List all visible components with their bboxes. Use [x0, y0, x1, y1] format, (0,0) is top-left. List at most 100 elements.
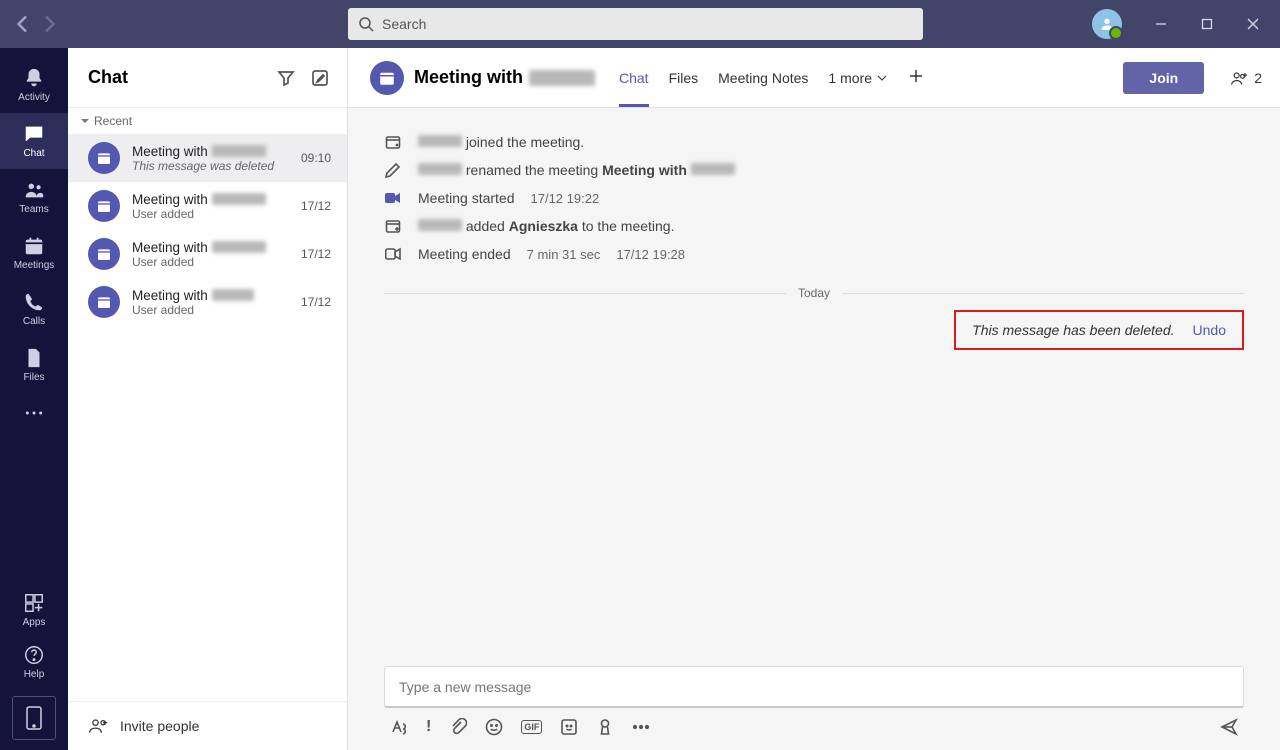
chat-item-subtitle: User added [132, 207, 289, 221]
rail-label: Help [24, 669, 45, 680]
rail-label: Apps [23, 617, 46, 628]
chat-list-item[interactable]: Meeting with User added 17/12 [68, 182, 347, 230]
main-content: Meeting with Chat Files Meeting Notes 1 … [348, 48, 1280, 750]
section-recent-toggle[interactable]: Recent [68, 108, 347, 134]
redacted-text [212, 145, 266, 157]
app-rail: Activity Chat Teams Meetings Calls Files [0, 48, 68, 750]
invite-people-button[interactable]: Invite people [68, 701, 347, 750]
rail-label: Activity [18, 92, 50, 103]
rail-activity[interactable]: Activity [0, 57, 68, 113]
section-label-text: Recent [94, 114, 132, 128]
chat-header: Meeting with Chat Files Meeting Notes 1 … [348, 48, 1280, 108]
redacted-text [691, 163, 735, 175]
system-ended-row: Meeting ended 7 min 31 sec 17/12 19:28 [384, 240, 1244, 268]
rail-calls[interactable]: Calls [0, 281, 68, 337]
chat-item-subtitle: User added [132, 255, 289, 269]
chat-item-title: Meeting with [132, 192, 208, 207]
calendar-icon [96, 150, 112, 166]
invite-icon [88, 716, 108, 736]
rail-more[interactable] [0, 393, 68, 433]
attach-icon[interactable] [449, 718, 467, 736]
nav-back-button[interactable] [11, 12, 35, 36]
chat-item-time: 17/12 [301, 199, 331, 213]
participants-button[interactable]: 2 [1230, 69, 1262, 87]
duration: 7 min 31 sec [527, 247, 601, 262]
compose-icon[interactable] [311, 69, 329, 87]
ellipsis-icon [24, 409, 44, 417]
chat-item-title: Meeting with [132, 144, 208, 159]
rail-apps[interactable]: Apps [0, 584, 68, 636]
chat-header-avatar [370, 61, 404, 95]
priority-icon[interactable]: ! [426, 718, 431, 736]
calendar-icon [96, 246, 112, 262]
tab-more-dropdown[interactable]: 1 more [828, 70, 888, 86]
rail-label: Chat [23, 148, 44, 159]
redacted-text [212, 241, 266, 253]
chevron-down-icon [876, 72, 888, 84]
chat-item-subtitle: User added [132, 303, 289, 317]
format-icon[interactable] [390, 718, 408, 736]
calendar-icon [96, 198, 112, 214]
meeting-avatar [88, 238, 120, 270]
nav-forward-button[interactable] [37, 12, 61, 36]
timestamp: 17/12 19:28 [616, 247, 685, 262]
message-input[interactable]: Type a new message [384, 666, 1244, 708]
panel-title: Chat [88, 67, 128, 88]
rail-files[interactable]: Files [0, 337, 68, 393]
meeting-avatar [88, 190, 120, 222]
rail-chat[interactable]: Chat [0, 113, 68, 169]
join-button[interactable]: Join [1123, 62, 1204, 94]
search-input[interactable]: Search [348, 8, 923, 40]
calendar-icon [23, 235, 45, 257]
emoji-icon[interactable] [485, 718, 503, 736]
chat-list-item[interactable]: Meeting with This message was deleted 09… [68, 134, 347, 182]
undo-button[interactable]: Undo [1193, 322, 1226, 338]
rail-mobile-button[interactable] [12, 696, 56, 740]
rail-label: Files [23, 372, 44, 383]
rail-meetings[interactable]: Meetings [0, 225, 68, 281]
composer-toolbar: ! GIF [384, 708, 1244, 738]
title-bar: Search [0, 0, 1280, 48]
window-minimize-button[interactable] [1138, 0, 1184, 48]
date-divider: Today [384, 286, 1244, 300]
window-maximize-button[interactable] [1184, 0, 1230, 48]
mobile-icon [25, 706, 43, 730]
rail-help[interactable]: Help [0, 636, 68, 688]
rail-teams[interactable]: Teams [0, 169, 68, 225]
bell-icon [23, 67, 45, 89]
composer-placeholder: Type a new message [399, 679, 531, 695]
system-added-row: added Agnieszka to the meeting. [384, 212, 1244, 240]
profile-avatar[interactable] [1092, 9, 1122, 39]
sticker-icon[interactable] [560, 718, 578, 736]
teams-icon [23, 179, 45, 201]
calendar-add-icon [384, 218, 402, 234]
more-icon[interactable] [632, 724, 650, 730]
tab-meeting-notes[interactable]: Meeting Notes [718, 48, 808, 107]
chat-item-title: Meeting with [132, 240, 208, 255]
window-close-button[interactable] [1230, 0, 1276, 48]
redacted-text [418, 219, 462, 231]
conversation-body: joined the meeting. renamed the meeting … [348, 108, 1280, 666]
chat-item-time: 09:10 [301, 151, 331, 165]
tab-chat[interactable]: Chat [619, 48, 649, 107]
timestamp: 17/12 19:22 [531, 191, 600, 206]
rail-label: Teams [19, 204, 48, 215]
deleted-text: This message has been deleted. [972, 322, 1174, 338]
video-outline-icon [384, 246, 402, 262]
gif-icon[interactable]: GIF [521, 720, 542, 734]
praise-icon[interactable] [596, 718, 614, 736]
chat-list-item[interactable]: Meeting with User added 17/12 [68, 278, 347, 326]
calendar-join-icon [384, 134, 402, 150]
system-renamed-row: renamed the meeting Meeting with [384, 156, 1244, 184]
chat-item-title: Meeting with [132, 288, 208, 303]
people-add-icon [1230, 69, 1250, 87]
chat-list-item[interactable]: Meeting with User added 17/12 [68, 230, 347, 278]
redacted-text [418, 163, 462, 175]
redacted-text [529, 70, 595, 86]
search-icon [358, 16, 374, 32]
send-icon[interactable] [1220, 718, 1238, 736]
filter-icon[interactable] [277, 69, 295, 87]
add-tab-button[interactable] [908, 68, 924, 87]
tab-files[interactable]: Files [669, 48, 699, 107]
redacted-text [212, 289, 254, 301]
